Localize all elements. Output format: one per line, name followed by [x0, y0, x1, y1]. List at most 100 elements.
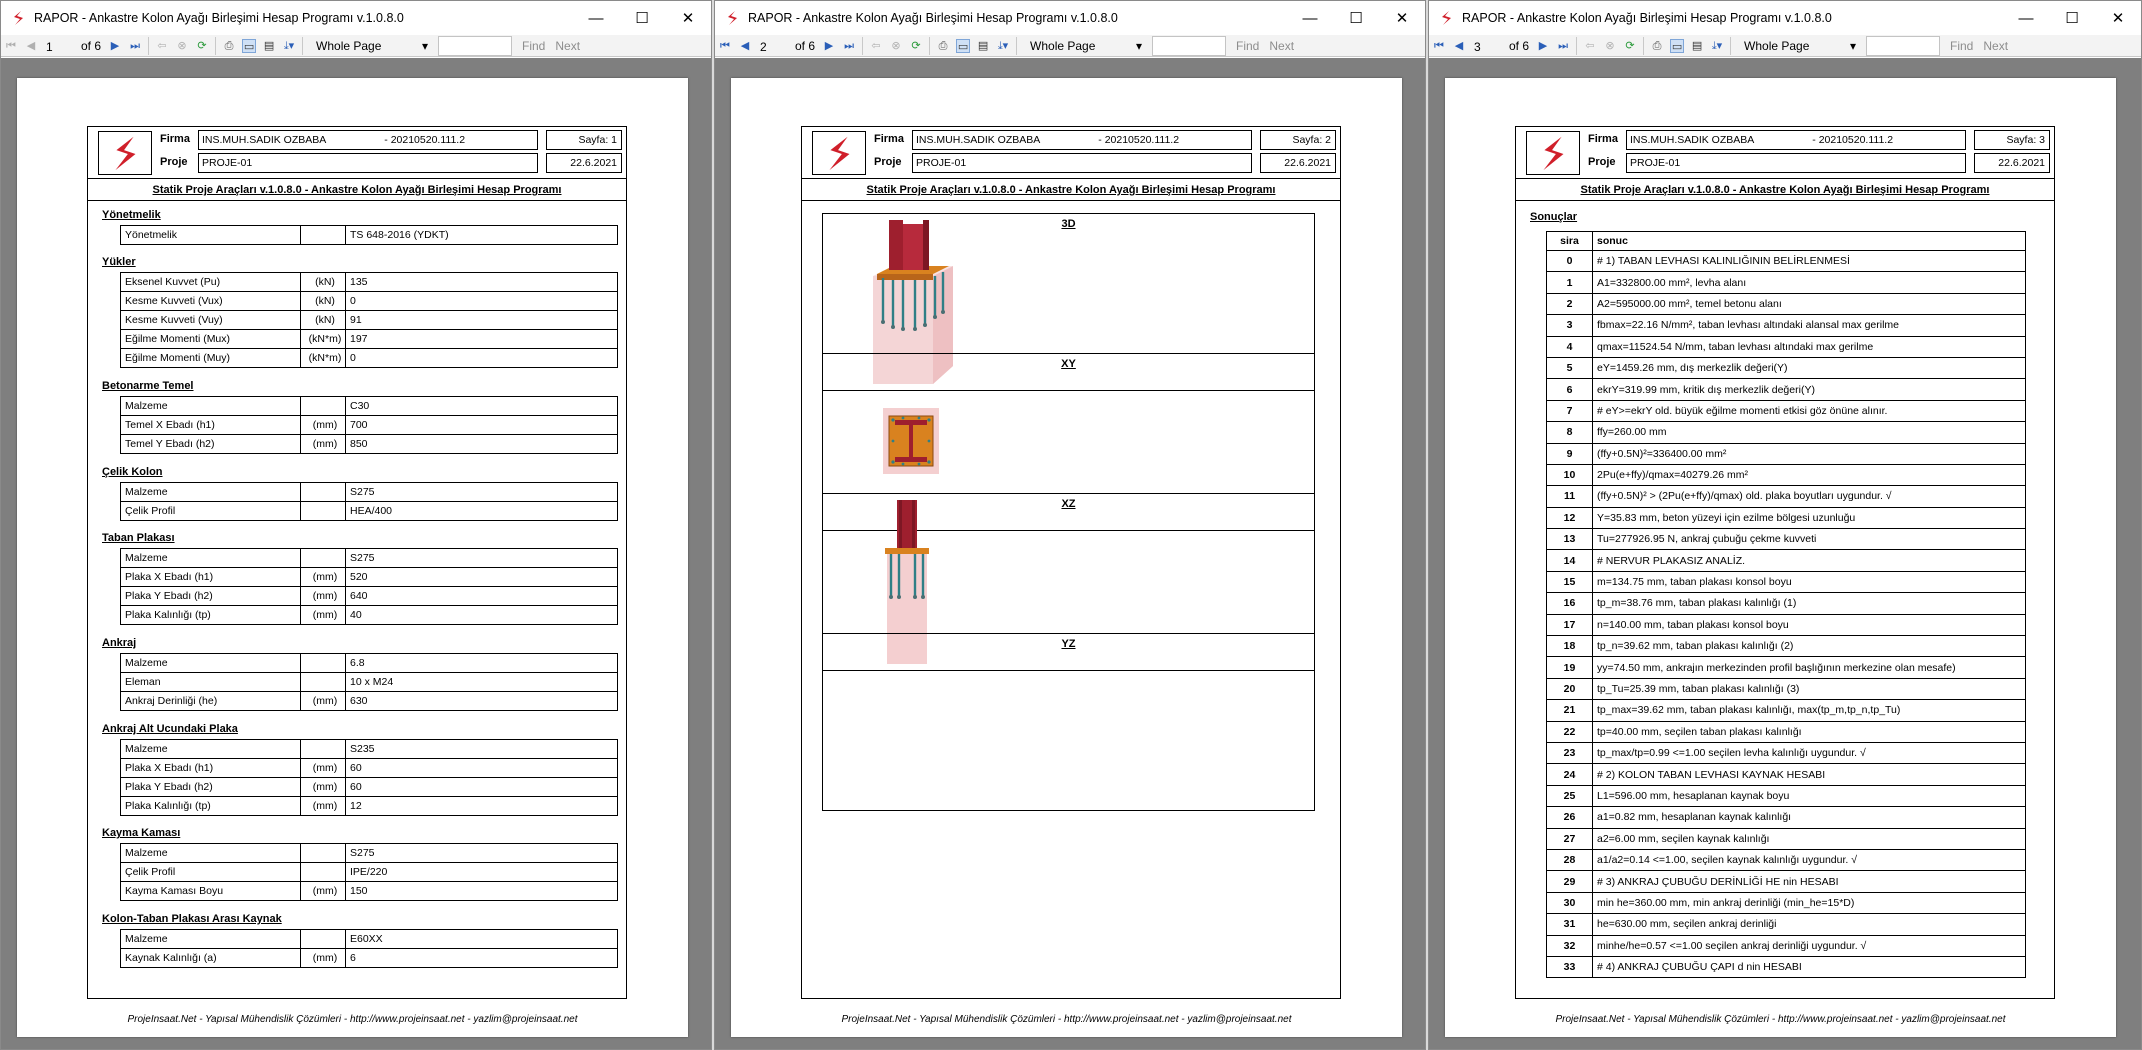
param-name: Çelik Profil — [120, 862, 301, 883]
page-count: of 6 — [1509, 38, 1530, 53]
page-setup-icon[interactable]: ▤ — [262, 39, 276, 53]
page-number-input[interactable]: 2 — [755, 37, 789, 55]
list-item: 27 a2=6.00 mm, seçilen kaynak kalınlığı — [1546, 827, 2026, 850]
maximize-button[interactable]: ☐ — [1333, 1, 1379, 35]
window-title: RAPOR - Ankastre Kolon Ayağı Birleşimi H… — [34, 11, 404, 25]
report-view-area[interactable]: Firma Proje INS.MUH.SADIK OZBABA - 202105… — [1, 58, 711, 1049]
param-value: 0 — [345, 291, 618, 312]
print-layout-icon[interactable]: ▭ — [242, 38, 257, 53]
last-page-icon[interactable]: ⏭ — [128, 39, 142, 53]
close-button[interactable]: ✕ — [2095, 1, 2141, 35]
param-name: Çelik Profil — [120, 500, 301, 521]
zoom-select[interactable]: Whole Page ▾ — [1026, 37, 1146, 55]
export-icon[interactable]: ⤓▾ — [1710, 39, 1724, 53]
param-unit — [300, 843, 346, 864]
first-page-icon[interactable]: ⏮ — [1432, 39, 1446, 53]
table-row: Malzeme S275 — [120, 843, 618, 864]
proje-label: Proje — [160, 156, 188, 168]
find-button[interactable]: Find — [1950, 39, 1973, 53]
refresh-icon[interactable]: ⟳ — [909, 39, 923, 53]
stop-icon[interactable]: ⊗ — [889, 39, 903, 53]
result-index: 18 — [1546, 635, 1593, 658]
section-title: Kayma Kaması — [102, 827, 181, 840]
print-icon[interactable]: ⎙ — [1650, 39, 1664, 53]
page-setup-icon[interactable]: ▤ — [1690, 39, 1704, 53]
param-value: 6.8 — [345, 653, 618, 673]
refresh-icon[interactable]: ⟳ — [1623, 39, 1637, 53]
next-page-icon[interactable]: ▶ — [1536, 39, 1550, 53]
param-unit — [300, 396, 346, 417]
last-page-icon[interactable]: ⏭ — [1556, 39, 1570, 53]
result-index: 23 — [1546, 741, 1593, 765]
last-page-icon[interactable]: ⏭ — [842, 39, 856, 53]
close-button[interactable]: ✕ — [1379, 1, 1425, 35]
list-item: 32 minhe/he=0.57 <=1.00 seçilen ankraj de… — [1546, 934, 2026, 957]
next-button[interactable]: Next — [555, 39, 580, 53]
back-icon[interactable]: ⇦ — [1583, 39, 1597, 53]
stop-icon[interactable]: ⊗ — [1603, 39, 1617, 53]
print-icon[interactable]: ⎙ — [222, 39, 236, 53]
view-yz-panel: YZ — [822, 633, 1315, 811]
result-text: eY=1459.26 mm, dış merkezlik değeri(Y) — [1592, 356, 2026, 380]
view-yz-label: YZ — [1061, 638, 1076, 650]
find-input[interactable] — [438, 35, 513, 56]
minimize-button[interactable]: — — [573, 1, 619, 35]
next-page-icon[interactable]: ▶ — [108, 39, 122, 53]
window-title: RAPOR - Ankastre Kolon Ayağı Birleşimi H… — [1462, 11, 1832, 25]
minimize-button[interactable]: — — [2003, 1, 2049, 35]
next-page-icon[interactable]: ▶ — [822, 39, 836, 53]
list-item: 17 n=140.00 mm, taban plakası konsol boyu — [1546, 613, 2026, 637]
close-button[interactable]: ✕ — [665, 1, 711, 35]
print-layout-icon[interactable]: ▭ — [1670, 38, 1685, 53]
print-icon[interactable]: ⎙ — [936, 39, 950, 53]
print-layout-icon[interactable]: ▭ — [956, 38, 971, 53]
result-index: 24 — [1546, 763, 1593, 786]
minimize-button[interactable]: — — [1287, 1, 1333, 35]
firma-value: INS.MUH.SADIK OZBABA - 20210520.111.2 — [198, 130, 538, 150]
section-title: Çelik Kolon — [102, 465, 163, 478]
previous-page-icon[interactable]: ◀ — [24, 39, 38, 53]
report-view-area[interactable]: Firma Proje INS.MUH.SADIK OZBABA - 202105… — [1429, 58, 2141, 1049]
report-view-area[interactable]: Firma Proje INS.MUH.SADIK OZBABA - 202105… — [715, 58, 1425, 1049]
maximize-button[interactable]: ☐ — [2049, 1, 2095, 35]
export-icon[interactable]: ⤓▾ — [996, 39, 1010, 53]
param-name: Plaka Kalınlığı (tp) — [120, 605, 301, 626]
result-index: 5 — [1546, 356, 1593, 380]
previous-page-icon[interactable]: ◀ — [1452, 39, 1466, 53]
section-title: Taban Plakası — [102, 532, 175, 545]
page-number-input[interactable]: 3 — [1469, 37, 1503, 55]
param-value: 12 — [345, 795, 618, 816]
param-unit: (mm) — [300, 948, 346, 968]
zoom-select[interactable]: Whole Page ▾ — [312, 37, 432, 55]
maximize-button[interactable]: ☐ — [619, 1, 665, 35]
list-item: 10 2Pu(e+ffy)/qmax=40279.26 mm² — [1546, 463, 2026, 487]
param-unit: (mm) — [300, 434, 346, 455]
first-page-icon[interactable]: ⏮ — [718, 39, 732, 53]
previous-page-icon[interactable]: ◀ — [738, 39, 752, 53]
find-button[interactable]: Find — [522, 39, 545, 53]
param-value: TS 648-2016 (YDKT) — [345, 225, 618, 245]
viewer-toolbar: ⏮ ◀ 3 of 6 ▶ ⏭ ⇦ ⊗ ⟳ ⎙ ▭ ▤ ⤓▾ Whole Page… — [1429, 35, 2141, 57]
stop-icon[interactable]: ⊗ — [175, 39, 189, 53]
back-icon[interactable]: ⇦ — [869, 39, 883, 53]
back-icon[interactable]: ⇦ — [155, 39, 169, 53]
find-input[interactable] — [1866, 35, 1941, 56]
param-value: 60 — [345, 757, 618, 778]
export-icon[interactable]: ⤓▾ — [282, 39, 296, 53]
refresh-icon[interactable]: ⟳ — [195, 39, 209, 53]
page-setup-icon[interactable]: ▤ — [976, 39, 990, 53]
param-value: 700 — [345, 415, 618, 436]
page-number-input[interactable]: 1 — [41, 37, 75, 55]
find-button[interactable]: Find — [1236, 39, 1259, 53]
find-input[interactable] — [1152, 35, 1227, 56]
report-date: 22.6.2021 — [1260, 153, 1336, 173]
first-page-icon[interactable]: ⏮ — [4, 39, 18, 53]
zoom-select[interactable]: Whole Page ▾ — [1740, 37, 1860, 55]
section-title: Yükler — [102, 256, 136, 269]
result-text: # NERVUR PLAKASIZ ANALİZ. — [1592, 549, 2026, 572]
result-index: 7 — [1546, 399, 1593, 423]
param-unit: (mm) — [300, 776, 346, 797]
list-item: 23 tp_max/tp=0.99 <=1.00 seçilen levha ka… — [1546, 741, 2026, 765]
next-button[interactable]: Next — [1983, 39, 2008, 53]
next-button[interactable]: Next — [1269, 39, 1294, 53]
